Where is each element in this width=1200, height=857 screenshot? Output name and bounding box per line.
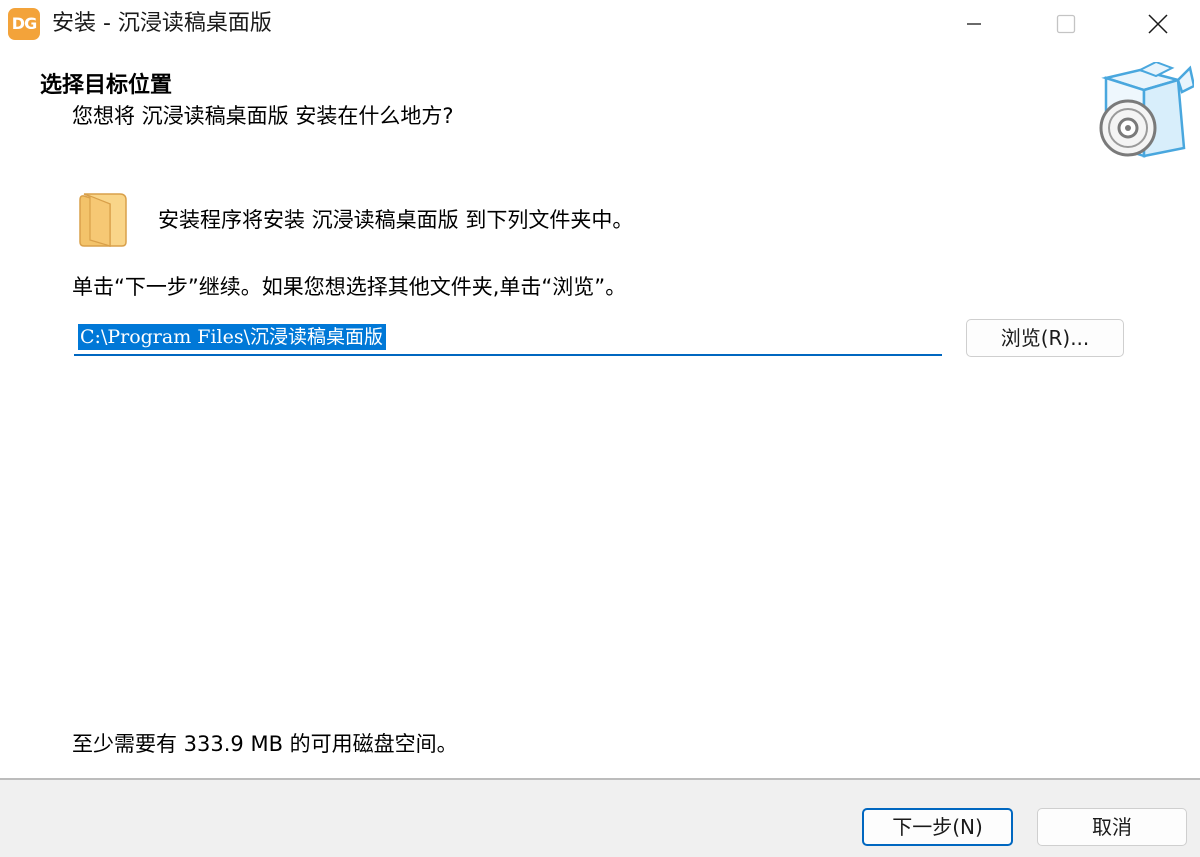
cancel-button[interactable]: 取消 xyxy=(1037,808,1187,846)
hint-text: 单击“下一步”继续。如果您想选择其他文件夹,单击“浏览”。 xyxy=(72,275,627,299)
maximize-button[interactable] xyxy=(1020,0,1112,48)
browse-button[interactable]: 浏览(R)... xyxy=(966,319,1124,357)
close-button[interactable] xyxy=(1112,0,1200,48)
box-disc-icon xyxy=(1099,62,1194,158)
footer-bar xyxy=(0,778,1200,857)
minimize-icon xyxy=(967,23,981,25)
app-icon: DG xyxy=(8,8,40,40)
window-title: 安装 - 沉浸读稿桌面版 xyxy=(52,11,272,36)
page-subtitle: 您想将 沉浸读稿桌面版 安装在什么地方? xyxy=(72,104,454,128)
folder-icon xyxy=(79,193,127,247)
maximize-icon xyxy=(1056,14,1076,34)
minimize-button[interactable] xyxy=(928,0,1020,48)
close-icon xyxy=(1148,14,1168,34)
disk-space-text: 至少需要有 333.9 MB 的可用磁盘空间。 xyxy=(72,732,458,756)
install-path-value: C:\Program Files\沉浸读稿桌面版 xyxy=(78,324,387,350)
title-bar: DG 安装 - 沉浸读稿桌面版 xyxy=(0,0,1200,48)
page-title: 选择目标位置 xyxy=(40,73,173,98)
install-path-input[interactable]: C:\Program Files\沉浸读稿桌面版 xyxy=(74,318,942,356)
next-button[interactable]: 下一步(N) xyxy=(862,808,1013,846)
install-info-text: 安装程序将安装 沉浸读稿桌面版 到下列文件夹中。 xyxy=(158,208,634,232)
